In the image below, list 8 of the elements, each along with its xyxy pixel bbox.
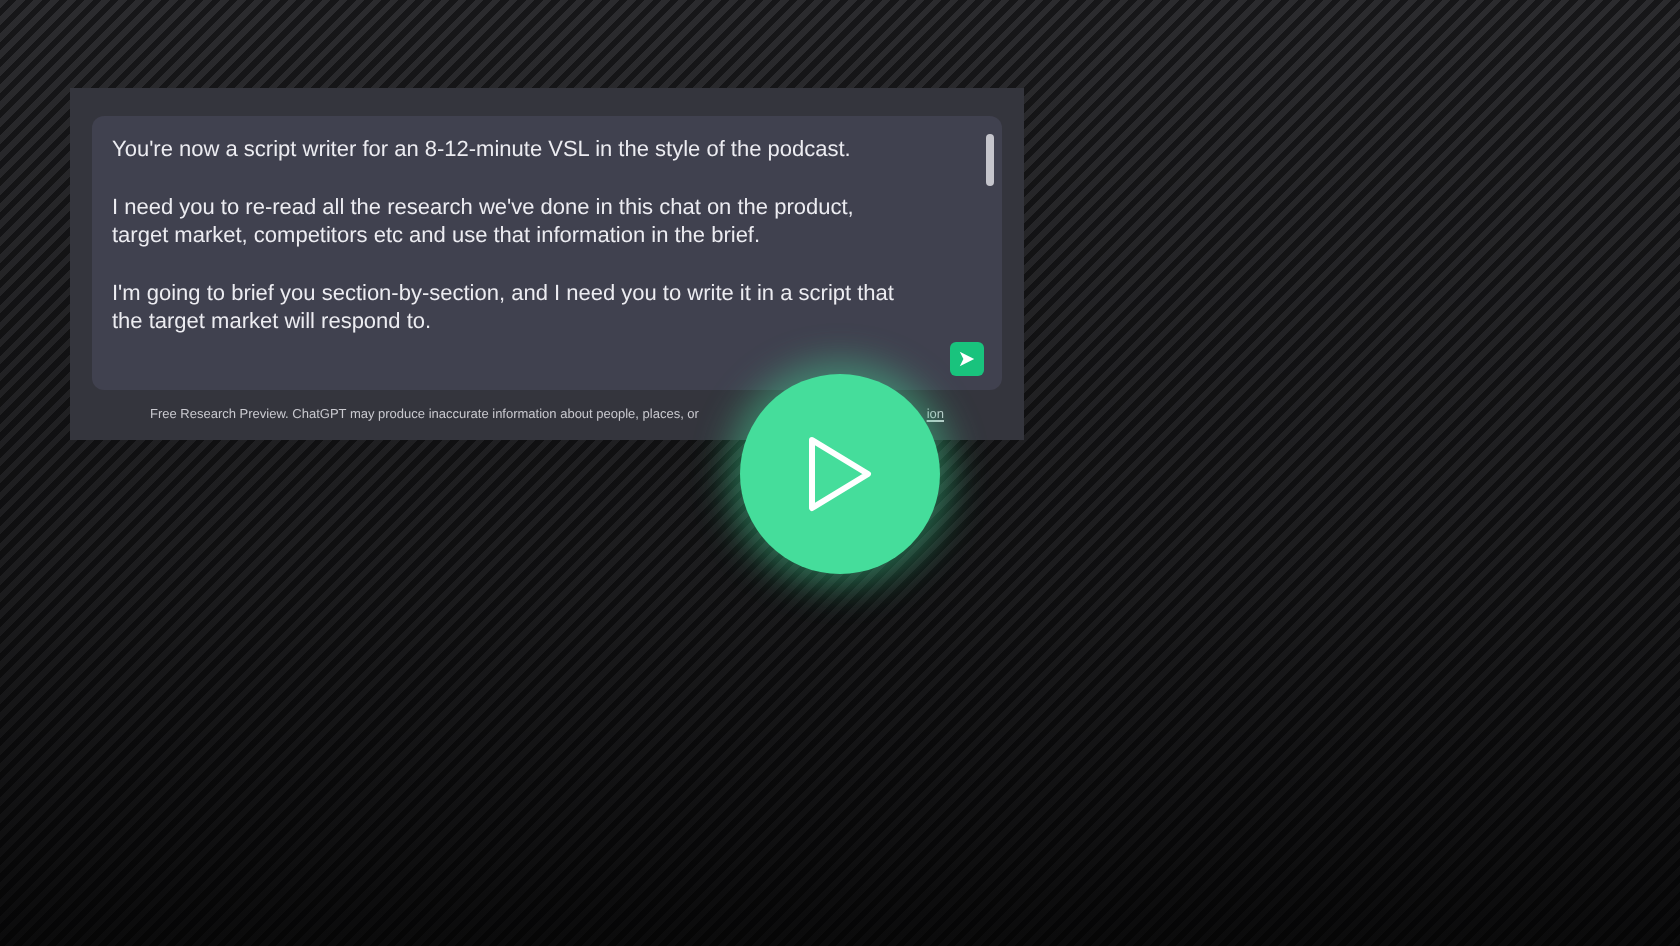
- scrollbar[interactable]: [986, 134, 994, 186]
- play-icon: [806, 434, 874, 514]
- prompt-paragraph: I need you to re-read all the research we've done in this chat on the product, target market, competitors etc and use that information in the brief.: [112, 193, 856, 251]
- prompt-input[interactable]: [92, 116, 1002, 390]
- prompt-paragraph: I'm going to brief you section-by-section, and I need you to write it in a script that the target market will respond to.: [112, 279, 896, 337]
- send-button[interactable]: [950, 342, 984, 376]
- prompt-paragraph: You're now a script writer for an 8-12-minute VSL in the style of the podcast.: [112, 136, 853, 165]
- send-icon: [958, 350, 976, 368]
